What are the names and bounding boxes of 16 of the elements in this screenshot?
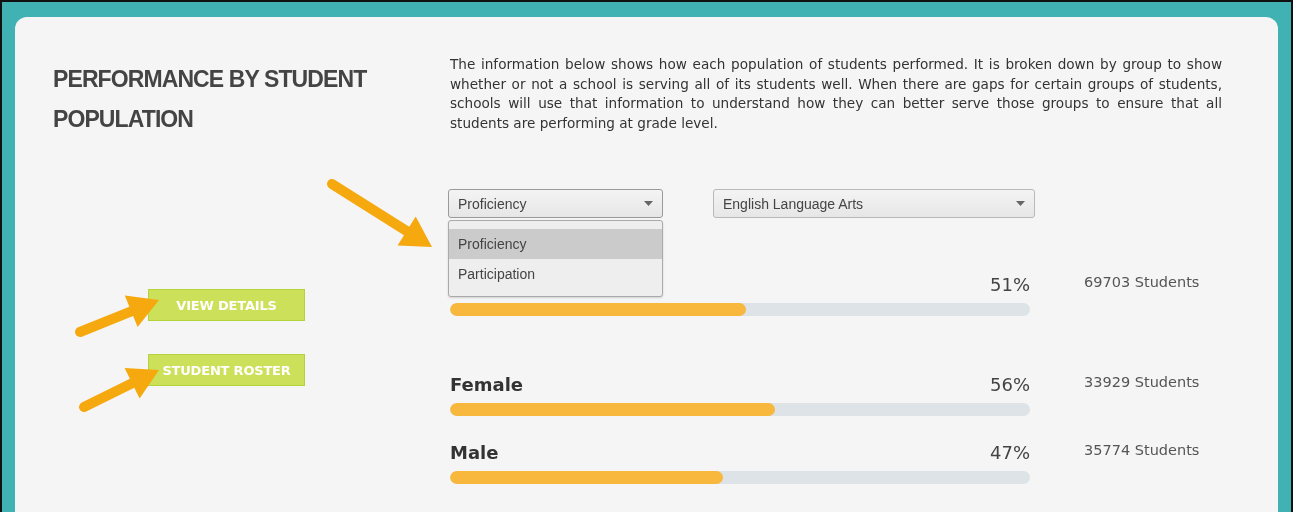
description-text: The information below shows how each population of students performed. It is broken down by group to show whether or not a school is serving all of its students well. When there are gaps for certain groups of students, schools will use that information to understand how they can better serve those groups to ensure that all students are performing at grade level.	[450, 55, 1222, 133]
dropdown-select[interactable]: Proficiency	[448, 189, 663, 218]
dropdown-option[interactable]: Proficiency	[449, 229, 662, 259]
student-count: 69703 Students	[1084, 273, 1201, 290]
section-title: PERFORMANCE BY STUDENT POPULATION	[53, 65, 368, 134]
caret-icon	[644, 201, 653, 206]
student-count: 33929 Students	[1084, 373, 1201, 390]
percent-value: 47%	[990, 442, 1030, 463]
dropdown-select[interactable]: English Language Arts	[713, 189, 1035, 218]
group-name: Male	[450, 442, 500, 463]
student-count: 35774 Students	[1084, 441, 1201, 458]
dropdown-option[interactable]: Participation	[449, 259, 662, 289]
caret-icon	[1016, 201, 1025, 206]
group-name: Female	[450, 374, 525, 395]
percent-value: 56%	[990, 374, 1030, 395]
percent-value: 51%	[990, 274, 1030, 295]
